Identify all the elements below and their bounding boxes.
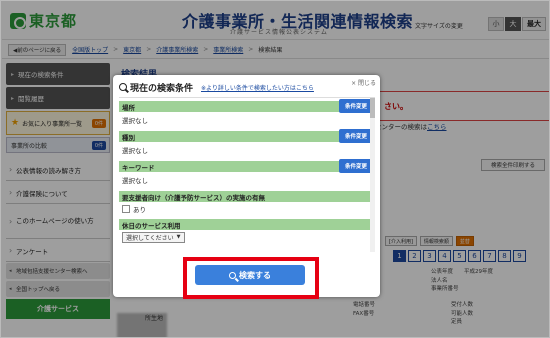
modal-scrollbar[interactable] <box>370 98 375 252</box>
modal-title: 現在の検索条件 <box>130 83 194 94</box>
type-value: 選択なし <box>122 147 148 155</box>
section-keyword-title: キーワード <box>122 163 155 172</box>
change-keyword-button[interactable]: 条件変更 <box>339 159 373 173</box>
search-button-label: 検索する <box>239 270 271 280</box>
search-button[interactable]: 検索する <box>195 265 305 285</box>
section-location-title: 場所 <box>122 103 135 112</box>
page: 東京都 介護事業所・生活関連情報検索 介護サービス情報公表システム 文字サイズの… <box>0 0 550 338</box>
holiday-select[interactable]: 選択してください ▼ <box>122 231 185 243</box>
change-location-button[interactable]: 条件変更 <box>339 99 373 113</box>
search-icon <box>229 271 236 279</box>
section-type: 種別 条件変更 <box>119 129 375 143</box>
holiday-select-row: 選択してください ▼ <box>119 230 375 244</box>
modal-header: 現在の検索条件 ※より詳しい条件で検索したい方はこちら <box>119 80 375 94</box>
section-prevention-title: 要支援者向け（介護予防サービス）の実施の有無 <box>122 193 265 202</box>
prevention-option[interactable]: あり <box>119 202 375 216</box>
holiday-select-value: 選択してください <box>126 234 174 242</box>
scrollbar-thumb[interactable] <box>370 98 375 118</box>
chevron-down-icon: ▼ <box>176 234 181 240</box>
section-location: 場所 条件変更 <box>119 99 375 113</box>
search-icon <box>119 83 127 91</box>
modal-footer: 検索する <box>113 255 380 295</box>
prevention-checkbox[interactable] <box>122 205 130 213</box>
change-type-button[interactable]: 条件変更 <box>339 129 373 143</box>
keyword-value: 選択なし <box>122 177 148 185</box>
modal-body[interactable]: 場所 条件変更 選択なし 種別 条件変更 選択なし キーワード 条件変更 選択な… <box>119 97 375 252</box>
advanced-search-link[interactable]: ※より詳しい条件で検索したい方はこちら <box>201 83 314 92</box>
search-conditions-modal: 現在の検索条件 ※より詳しい条件で検索したい方はこちら × 閉じる 場所 条件変… <box>113 75 380 297</box>
section-prevention: 要支援者向け（介護予防サービス）の実施の有無 <box>119 191 375 202</box>
section-holiday: 休日のサービス利用 <box>119 219 375 230</box>
prevention-option-label: あり <box>133 206 146 214</box>
close-button[interactable]: × 閉じる <box>351 78 376 87</box>
section-holiday-title: 休日のサービス利用 <box>122 221 181 230</box>
location-value: 選択なし <box>122 117 148 125</box>
section-type-title: 種別 <box>122 133 135 142</box>
section-keyword: キーワード 条件変更 <box>119 159 375 173</box>
